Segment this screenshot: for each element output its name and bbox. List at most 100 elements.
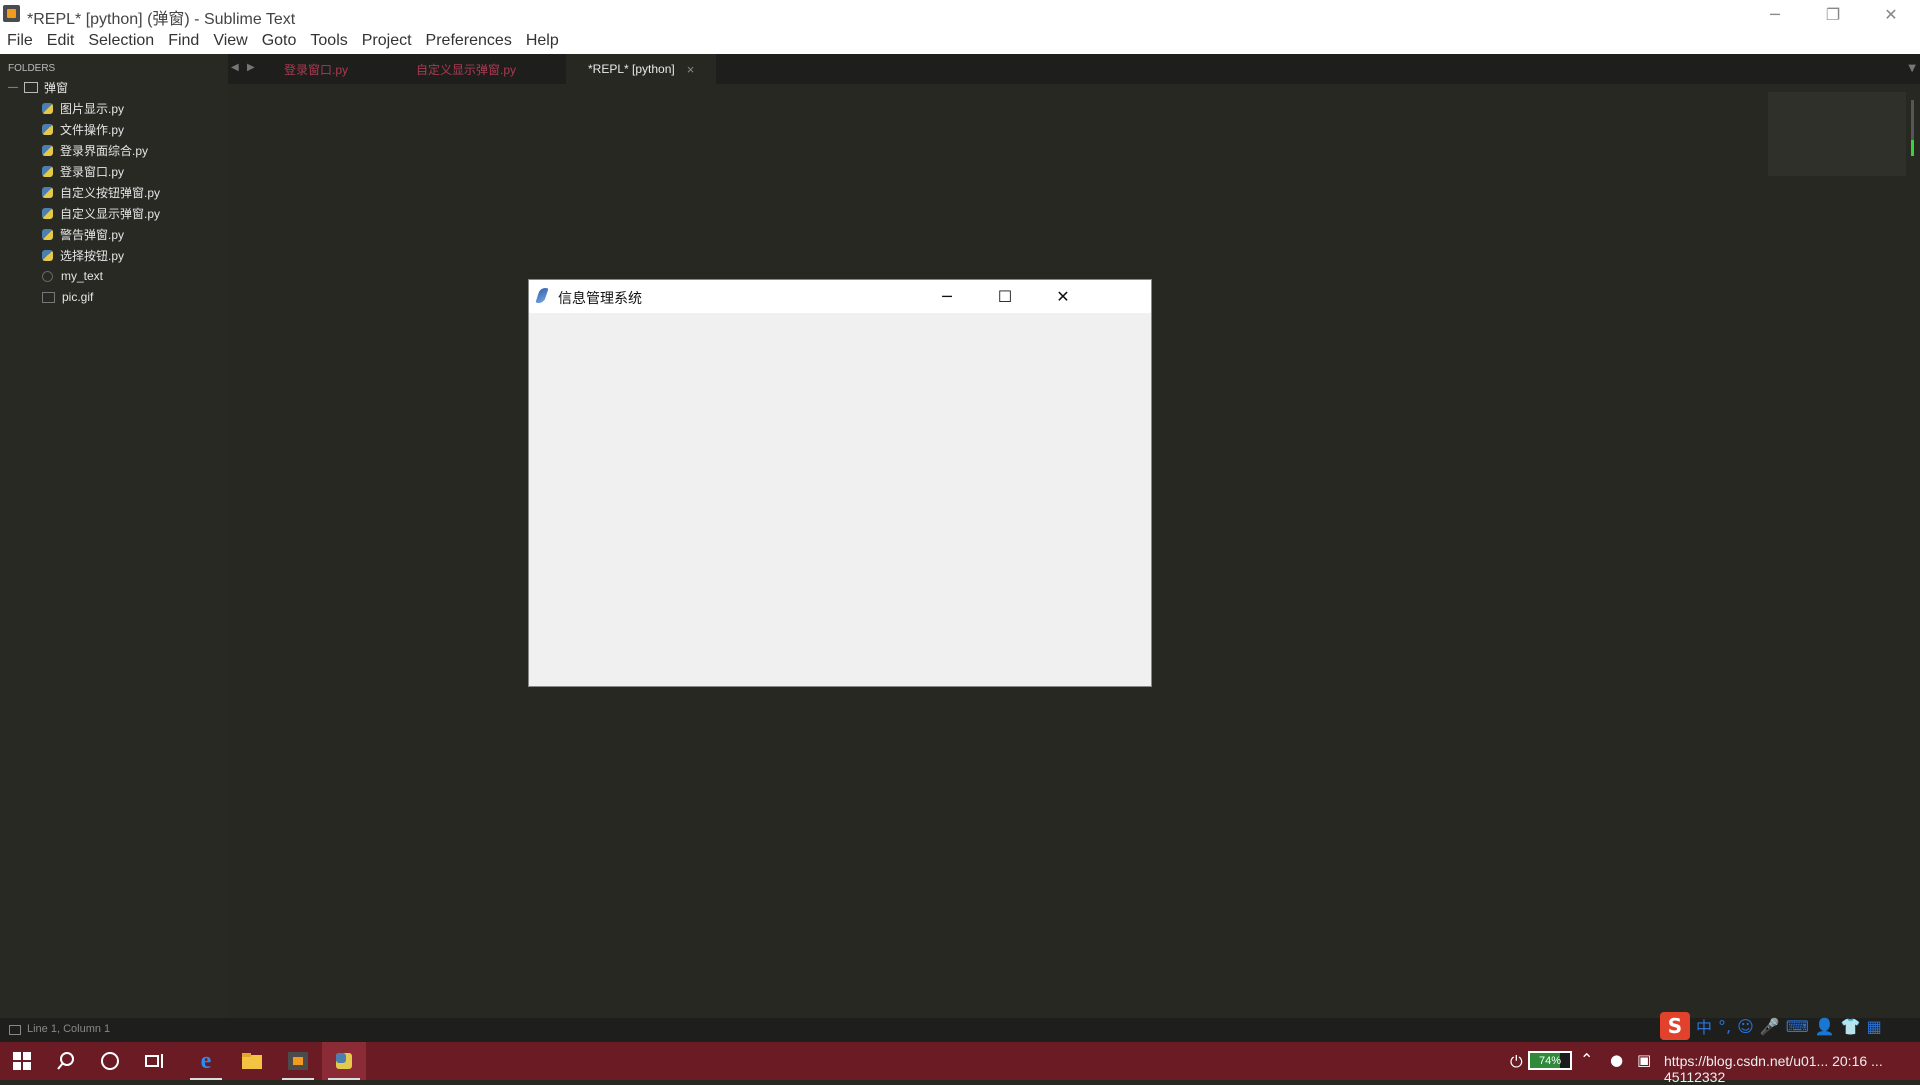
menu-view[interactable]: View — [206, 29, 254, 54]
menu-edit[interactable]: Edit — [40, 29, 82, 54]
tab-repl-python[interactable]: *REPL* [python] × — [566, 54, 716, 84]
tray-text-overlay: https://blog.csdn.net/u01... 20:16 ... 4… — [1664, 1053, 1883, 1085]
collapse-icon[interactable]: — — [8, 82, 18, 93]
sidebar-file-item[interactable]: pic.gif — [42, 287, 93, 307]
file-name: 选择按钮.py — [60, 248, 125, 263]
file-name: 登录窗口.py — [60, 164, 125, 179]
ime-emoji-icon[interactable]: ☺ — [1737, 1017, 1754, 1036]
file-name: 警告弹窗.py — [60, 227, 125, 242]
status-bar: Line 1, Column 1 — [0, 1018, 1920, 1042]
battery-indicator[interactable]: 74% — [1528, 1051, 1572, 1070]
tab-login-window[interactable]: 登录窗口.py — [284, 54, 348, 84]
python-file-icon — [42, 228, 53, 240]
window-title: *REPL* [python] (弹窗) - Sublime Text — [27, 11, 296, 28]
windows-start-icon[interactable] — [0, 1042, 44, 1080]
menu-bar: File Edit Selection Find View Goto Tools… — [0, 29, 1920, 54]
tab-overflow-icon[interactable]: ▼ — [1908, 63, 1916, 74]
edge-icon[interactable]: e — [184, 1042, 228, 1080]
sidebar-file-item[interactable]: 自定义显示弹窗.py — [42, 203, 160, 223]
file-explorer-icon[interactable] — [230, 1042, 274, 1080]
search-icon[interactable] — [44, 1042, 88, 1080]
python-file-icon — [42, 165, 53, 177]
power-plug-icon: ⏻ — [1510, 1052, 1523, 1071]
python-file-icon — [42, 102, 53, 114]
folder-icon — [24, 81, 38, 93]
file-name: pic.gif — [62, 290, 94, 304]
network-icon[interactable]: ▣ — [1637, 1051, 1651, 1069]
python-file-icon — [42, 144, 53, 156]
qq-icon[interactable]: ● — [1610, 1051, 1623, 1069]
window-titlebar: *REPL* [python] (弹窗) - Sublime Text ─ ❐ … — [0, 0, 1920, 29]
menu-goto[interactable]: Goto — [255, 29, 304, 54]
tk-feather-icon — [535, 286, 549, 305]
menu-file[interactable]: File — [0, 29, 40, 54]
ime-chinese-mode-icon[interactable]: 中 — [1696, 1014, 1712, 1038]
python-file-icon — [42, 123, 53, 135]
menu-project[interactable]: Project — [355, 29, 419, 54]
tab-close-icon[interactable]: × — [687, 62, 695, 77]
tray-chevron-up-icon[interactable]: ⌃ — [1580, 1050, 1593, 1069]
menu-find[interactable]: Find — [161, 29, 206, 54]
file-name: 文件操作.py — [60, 122, 125, 137]
ime-punctuation-icon[interactable]: °, — [1718, 1017, 1731, 1036]
sidebar-file-item[interactable]: 登录窗口.py — [42, 161, 124, 181]
file-name: 图片显示.py — [60, 101, 125, 116]
folders-header: FOLDERS — [8, 63, 56, 74]
ime-skin-icon[interactable]: 👕 — [1841, 1017, 1861, 1036]
dialog-title: 信息管理系统 — [558, 291, 642, 307]
panel-toggle-icon[interactable] — [9, 1025, 21, 1035]
dialog-close-button[interactable]: ✕ — [1034, 280, 1092, 313]
tab-next-icon[interactable]: ▶ — [247, 62, 255, 73]
battery-percent: 74% — [1538, 1054, 1562, 1067]
minimize-button[interactable]: ─ — [1746, 0, 1804, 29]
ime-keyboard-icon[interactable]: ⌨ — [1786, 1017, 1809, 1036]
taskbar: e ⏻ 74% ⌃ ● ▣ https://blog.csdn.net/u01.… — [0, 1042, 1920, 1085]
sidebar-file-item[interactable]: 登录界面综合.py — [42, 140, 148, 160]
python-file-icon — [42, 186, 53, 198]
menu-preferences[interactable]: Preferences — [419, 29, 519, 54]
tab-label: 自定义显示弹窗.py — [416, 62, 517, 77]
minimap[interactable] — [1768, 92, 1906, 176]
file-name: 自定义显示弹窗.py — [60, 206, 161, 221]
tab-prev-icon[interactable]: ◀ — [231, 62, 239, 73]
dialog-minimize-button[interactable]: ─ — [918, 280, 976, 313]
menu-tools[interactable]: Tools — [303, 29, 354, 54]
task-view-icon[interactable] — [132, 1042, 176, 1080]
cursor-position: Line 1, Column 1 — [27, 1023, 111, 1035]
ime-toolbar: S 中 °, ☺ 🎤 ⌨ 👤 👕 ▦ — [1660, 1012, 1882, 1040]
file-name: 登录界面综合.py — [60, 143, 149, 158]
sublime-app-icon — [3, 5, 20, 22]
sogou-logo-icon[interactable]: S — [1660, 1012, 1690, 1040]
sidebar-file-item[interactable]: 图片显示.py — [42, 98, 124, 118]
python-file-icon — [42, 207, 53, 219]
folder-row[interactable]: — 弹窗 — [8, 77, 68, 97]
dialog-maximize-button[interactable]: ☐ — [976, 280, 1034, 313]
ime-voice-icon[interactable]: 🎤 — [1760, 1017, 1780, 1036]
image-file-icon — [42, 291, 55, 303]
menu-help[interactable]: Help — [519, 29, 566, 54]
dialog-titlebar: 信息管理系统 ─ ☐ ✕ — [529, 280, 1151, 313]
sidebar-file-item[interactable]: 选择按钮.py — [42, 245, 124, 265]
generic-file-icon — [42, 270, 53, 282]
scrollbar-marker — [1911, 140, 1914, 156]
ime-toolbox-icon[interactable]: ▦ — [1867, 1017, 1882, 1036]
file-name: my_text — [61, 269, 104, 283]
tk-dialog-window: 信息管理系统 ─ ☐ ✕ — [528, 279, 1152, 687]
sidebar-file-item[interactable]: 警告弹窗.py — [42, 224, 124, 244]
sidebar-file-item[interactable]: my_text — [42, 266, 103, 286]
sidebar-file-item[interactable]: 自定义按钮弹窗.py — [42, 182, 160, 202]
restore-button[interactable]: ❐ — [1804, 0, 1862, 29]
cortana-icon[interactable] — [88, 1042, 132, 1080]
tab-custom-display-popup[interactable]: 自定义显示弹窗.py — [416, 54, 516, 84]
sublime-taskbar-icon[interactable] — [276, 1042, 320, 1080]
menu-selection[interactable]: Selection — [81, 29, 161, 54]
tab-label: 登录窗口.py — [284, 62, 349, 77]
close-button[interactable]: ✕ — [1862, 0, 1920, 29]
python-taskbar-icon[interactable] — [322, 1042, 366, 1080]
file-name: 自定义按钮弹窗.py — [60, 185, 161, 200]
tab-label: *REPL* [python] — [588, 62, 675, 76]
sidebar-file-item[interactable]: 文件操作.py — [42, 119, 124, 139]
ime-user-icon[interactable]: 👤 — [1815, 1017, 1835, 1036]
sidebar: FOLDERS — 弹窗 图片显示.py 文件操作.py 登录界面综合.py 登… — [0, 54, 228, 1018]
folder-name: 弹窗 — [44, 80, 69, 95]
